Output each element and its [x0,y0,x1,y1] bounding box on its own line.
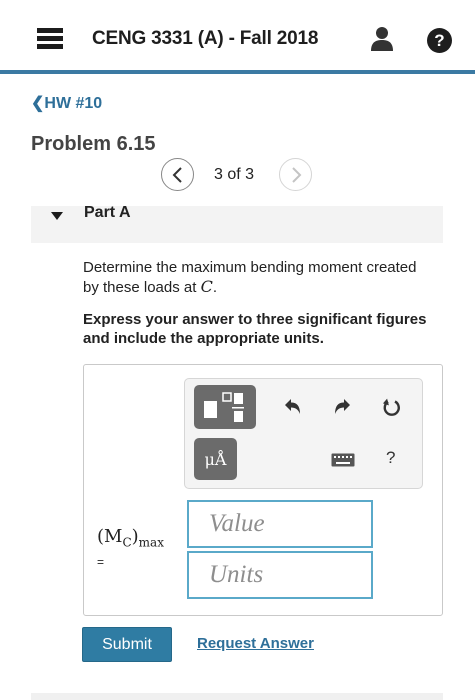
help-icon[interactable]: ? [427,28,452,53]
pager-label: 3 of 3 [214,166,255,183]
answer-label-subscript-max: max [138,535,164,550]
chevron-left-icon [172,167,182,183]
reset-icon[interactable] [382,398,402,418]
units-button[interactable]: μÅ [194,438,237,480]
undo-icon[interactable] [284,398,302,416]
hamburger-menu-icon[interactable] [37,28,63,50]
answer-label-symbol: (M [97,526,123,547]
answer-label-subscript-c: C [122,535,132,550]
question-end: . [212,279,218,296]
keyboard-icon[interactable] [331,453,355,467]
value-field[interactable] [187,500,373,548]
back-link[interactable]: ❮HW #10 [31,93,102,113]
back-link-label: HW #10 [44,95,103,112]
question-point: C [200,277,213,296]
toolbar-help-button[interactable]: ? [386,448,395,468]
part-label: Part A [84,204,131,221]
redo-icon[interactable] [333,398,351,416]
chevron-right-icon [292,167,302,183]
templates-button[interactable] [194,385,256,429]
value-input[interactable] [189,502,371,546]
caret-down-icon[interactable] [50,211,64,221]
problem-title: Problem 6.15 [31,133,156,155]
templates-icon [204,392,244,422]
question-text: Determine the maximum bending moment cre… [83,258,433,297]
course-title: CENG 3331 (A) - Fall 2018 [92,28,319,49]
answer-equals: = [97,555,105,569]
answer-instruction: Express your answer to three significant… [83,311,427,347]
request-answer-link[interactable]: Request Answer [197,635,314,652]
answer-label: (MC)max [97,527,164,553]
header-divider [0,70,475,74]
user-icon[interactable] [370,26,394,52]
top-bar: CENG 3331 (A) - Fall 2018 ? [0,0,475,74]
section-divider [31,693,443,700]
units-field[interactable] [187,551,373,599]
submit-button[interactable]: Submit [82,627,172,662]
answer-label-close: ) [131,526,139,547]
previous-problem-button[interactable] [161,158,194,191]
next-problem-button[interactable] [279,158,312,191]
units-input[interactable] [189,553,371,597]
question-body: Determine the maximum bending moment cre… [83,259,417,296]
chevron-left-icon: ❮ [31,95,45,112]
